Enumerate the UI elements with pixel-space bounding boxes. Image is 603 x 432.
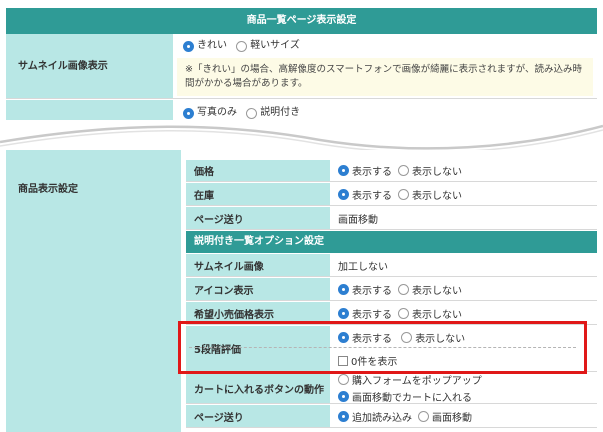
radio-selected-icon (338, 332, 349, 343)
radio-unselected-icon (398, 283, 409, 295)
rating-label: 5段階評価 (186, 326, 330, 371)
icon-display-radio-hide[interactable]: 表示しない (398, 282, 462, 297)
paging-radio-load-more[interactable]: 追加読み込み (338, 409, 412, 424)
thumbnail-image-value: 加工しない (330, 254, 597, 276)
row-paging-top: ページ送り 画面移動 (186, 207, 597, 230)
paging-label: ページ送り (186, 207, 330, 229)
list-page-settings-panel: 商品一覧ページ表示設定 サムネイル画像表示 きれい 軽いサイズ ※「きれい」の場… (6, 0, 597, 120)
msrp-display-label: 希望小売価格表示 (186, 302, 330, 324)
cart-radio-move[interactable]: 画面移動でカートに入れる (338, 389, 472, 404)
radio-unselected-icon (236, 40, 248, 52)
row-five-star-rating: 5段階評価 表示する 表示しない 0件を表示 (186, 326, 597, 372)
description-options-header: 説明付き一覧オプション設定 (186, 231, 597, 253)
msrp-display-value: 表示する 表示しない (330, 302, 597, 324)
thumbnail-radio-light[interactable]: 軽いサイズ (236, 39, 300, 53)
thumbnail-display-label: サムネイル画像表示 (6, 34, 173, 99)
price-value: 表示する 表示しない (330, 160, 597, 181)
radio-unselected-icon (401, 332, 413, 343)
cart-action-value: 購入フォームをポップアップ 画面移動でカートに入れる (330, 372, 597, 404)
radio-selected-icon (338, 391, 349, 402)
row-thumbnail-image: サムネイル画像 加工しない (186, 254, 597, 277)
product-display-settings-table: 価格 表示する 表示しない 在庫 表示する 表示しない ページ送り 画面移動 説… (181, 150, 597, 432)
radio-selected-icon (338, 410, 349, 422)
stock-radio-show[interactable]: 表示する (338, 187, 392, 202)
stock-radio-hide[interactable]: 表示しない (398, 187, 462, 202)
rating-show-zero-checkbox[interactable]: 0件を表示 (338, 353, 397, 368)
thumbnail-radio-group: きれい 軽いサイズ (183, 39, 306, 53)
row-msrp-display: 希望小売価格表示 表示する 表示しない (186, 302, 597, 325)
rating-value: 表示する 表示しない 0件を表示 (330, 326, 597, 371)
rating-radio-hide[interactable]: 表示しない (401, 330, 465, 345)
row-icon-display: アイコン表示 表示する 表示しない (186, 278, 597, 301)
row-price: 価格 表示する 表示しない (186, 160, 597, 182)
stock-value: 表示する 表示しない (330, 183, 597, 205)
row-cart-button-action: カートに入れるボタンの動作 購入フォームをポップアップ 画面移動でカートに入れる (186, 373, 597, 404)
radio-selected-icon (338, 283, 349, 295)
row-stock: 在庫 表示する 表示しない (186, 183, 597, 206)
price-label: 価格 (186, 160, 330, 181)
icon-display-radio-show[interactable]: 表示する (338, 282, 392, 297)
thumbnail-radio-clean[interactable]: きれい (183, 39, 227, 53)
radio-unselected-icon (338, 374, 349, 385)
stock-label: 在庫 (186, 183, 330, 205)
thumbnail-note: ※「きれい」の場合、高解像度のスマートフォンで画像が綺麗に表示されますが、読み込… (177, 58, 593, 96)
radio-unselected-icon (398, 188, 409, 200)
list-page-settings-header: 商品一覧ページ表示設定 (6, 8, 597, 34)
radio-selected-icon (338, 165, 349, 176)
paging-radio-page-move[interactable]: 画面移動 (418, 409, 472, 424)
paging-bottom-label: ページ送り (186, 405, 330, 427)
radio-selected-icon (338, 188, 349, 200)
product-display-settings-panel: 商品表示設定 価格 表示する 表示しない 在庫 表示する 表示しない ページ送り… (6, 150, 597, 432)
radio-selected-icon (183, 40, 194, 52)
cart-action-label: カートに入れるボタンの動作 (186, 373, 330, 403)
product-display-settings-label: 商品表示設定 (6, 150, 181, 432)
price-radio-show[interactable]: 表示する (338, 163, 392, 178)
paging-value: 画面移動 (330, 207, 597, 229)
icon-display-value: 表示する 表示しない (330, 278, 597, 300)
checkbox-unchecked-icon (338, 355, 348, 366)
radio-unselected-icon (398, 165, 409, 176)
msrp-radio-show[interactable]: 表示する (338, 306, 392, 321)
icon-display-label: アイコン表示 (186, 278, 330, 300)
radio-selected-icon (338, 307, 349, 319)
rating-radio-show[interactable]: 表示する (338, 330, 392, 345)
thumbnail-image-label: サムネイル画像 (186, 254, 330, 276)
price-radio-hide[interactable]: 表示しない (398, 163, 462, 178)
row-paging-bottom: ページ送り 追加読み込み 画面移動 (186, 405, 597, 428)
msrp-radio-hide[interactable]: 表示しない (398, 306, 462, 321)
rating-radio-group: 表示する 表示しない (338, 330, 471, 346)
cart-radio-popup[interactable]: 購入フォームをポップアップ (338, 372, 482, 387)
radio-unselected-icon (398, 307, 409, 319)
paging-bottom-value: 追加読み込み 画面移動 (330, 405, 597, 427)
radio-unselected-icon (418, 410, 429, 422)
thumbnail-display-value: きれい 軽いサイズ ※「きれい」の場合、高解像度のスマートフォンで画像が綺麗に表… (173, 34, 597, 99)
